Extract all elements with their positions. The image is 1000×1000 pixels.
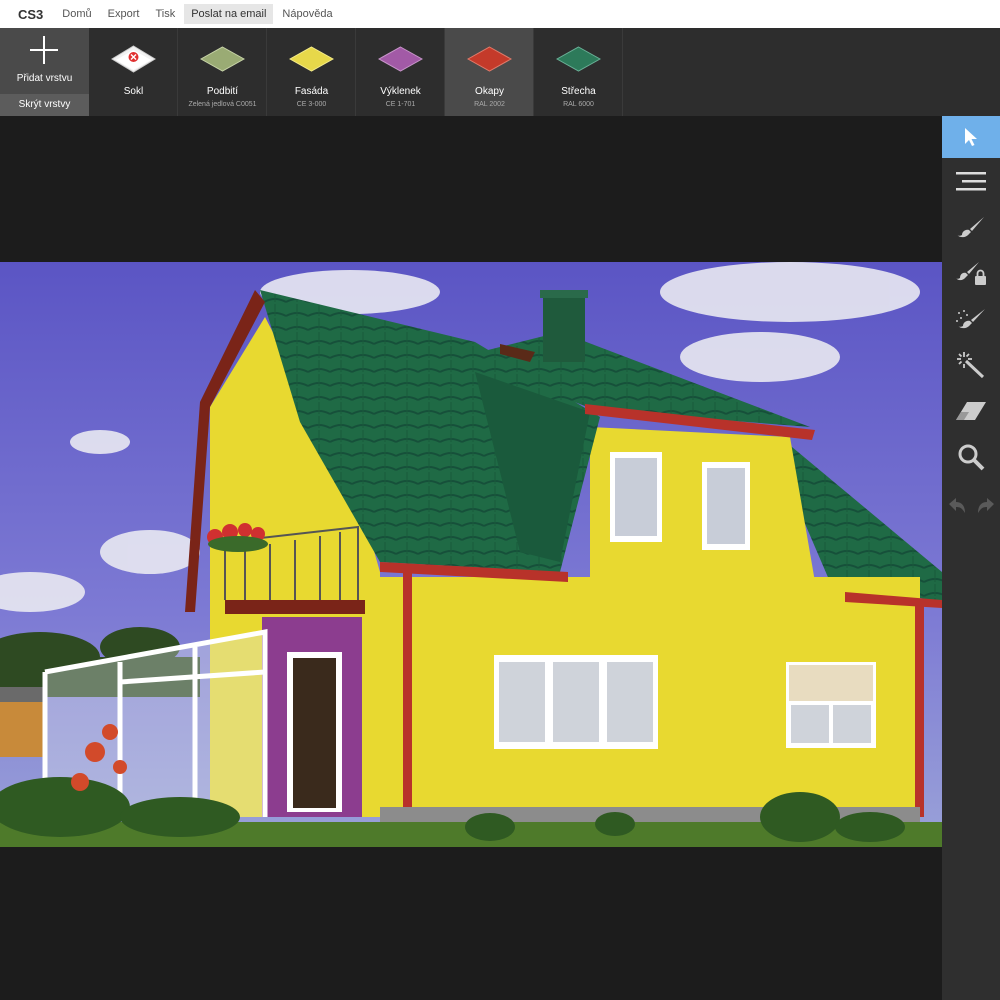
tool-spray[interactable] bbox=[942, 298, 1000, 340]
layer-bar: Přidat vrstvu Skrýt vrstvy Sokl Podbití … bbox=[0, 28, 1000, 116]
layer-sub: CE 1-701 bbox=[385, 101, 416, 108]
layer-name: Výklenek bbox=[380, 86, 421, 97]
tool-brush[interactable] bbox=[942, 206, 1000, 248]
menu-bar: CS3 Domů Export Tisk Poslat na email Náp… bbox=[0, 0, 1000, 28]
hide-layers-button[interactable]: Skrýt vrstvy bbox=[0, 94, 89, 116]
menu-lines-icon bbox=[956, 172, 986, 191]
layer-name: Okapy bbox=[475, 86, 504, 97]
menu-help[interactable]: Nápověda bbox=[275, 4, 339, 24]
tool-select[interactable] bbox=[942, 116, 1000, 158]
tool-redo[interactable] bbox=[971, 484, 1000, 526]
layer-swatch-podbiti bbox=[200, 46, 245, 72]
layer-swatch-okapy bbox=[467, 46, 512, 72]
tool-magic-wand[interactable] bbox=[942, 344, 1000, 386]
zoom-icon bbox=[958, 444, 985, 471]
add-layer-label: Přidat vrstvu bbox=[16, 73, 73, 84]
layer-okapy[interactable]: Okapy RAL 2002 bbox=[445, 28, 534, 116]
menu-export[interactable]: Export bbox=[101, 4, 147, 24]
layer-swatch-vyklenek bbox=[378, 46, 423, 72]
spray-brush-icon bbox=[956, 309, 985, 329]
layer-swatch-strecha bbox=[556, 46, 601, 72]
layer-name: Sokl bbox=[123, 86, 144, 97]
layer-controls: Přidat vrstvu Skrýt vrstvy bbox=[0, 28, 89, 116]
menu-home[interactable]: Domů bbox=[55, 4, 98, 24]
tool-undo[interactable] bbox=[942, 484, 971, 526]
redo-icon bbox=[977, 498, 994, 513]
house-image[interactable] bbox=[0, 262, 942, 847]
layer-swatch-sokl bbox=[111, 45, 156, 73]
layer-sub: RAL 6000 bbox=[563, 101, 594, 108]
layer-swatch-fasada bbox=[289, 46, 334, 72]
layer-sub: CE 3-000 bbox=[296, 101, 327, 108]
add-layer-button[interactable]: Přidat vrstvu bbox=[0, 28, 89, 94]
menu-print[interactable]: Tisk bbox=[148, 4, 182, 24]
eraser-icon bbox=[956, 402, 986, 420]
brush-icon bbox=[957, 217, 984, 238]
layer-podbiti[interactable]: Podbití Zelená jedlová C0051 bbox=[178, 28, 267, 116]
layer-sub: Zelená jedlová C0051 bbox=[188, 101, 257, 108]
pointer-icon bbox=[965, 128, 977, 146]
house-photo[interactable] bbox=[0, 262, 942, 847]
layer-name: Střecha bbox=[561, 86, 596, 97]
layer-strecha[interactable]: Střecha RAL 6000 bbox=[534, 28, 623, 116]
tool-brush-lock[interactable] bbox=[942, 252, 1000, 294]
chimney bbox=[543, 294, 585, 362]
magic-wand-icon bbox=[957, 352, 985, 379]
tool-sidebar bbox=[942, 116, 1000, 1000]
layer-vyklenek[interactable]: Výklenek CE 1-701 bbox=[356, 28, 445, 116]
layer-name: Podbití bbox=[206, 86, 239, 97]
layer-fasada[interactable]: Fasáda CE 3-000 bbox=[267, 28, 356, 116]
tool-zoom[interactable] bbox=[942, 436, 1000, 478]
layer-name: Fasáda bbox=[294, 86, 329, 97]
layer-sokl[interactable]: Sokl bbox=[89, 28, 178, 116]
downpipe bbox=[403, 572, 412, 812]
layer-sub: RAL 2002 bbox=[474, 101, 505, 108]
app-logo: CS3 bbox=[18, 6, 44, 22]
brush-lock-icon bbox=[956, 262, 986, 285]
tool-layers-menu[interactable] bbox=[942, 160, 1000, 202]
plus-icon bbox=[30, 36, 58, 64]
tool-eraser[interactable] bbox=[942, 390, 1000, 432]
undo-icon bbox=[948, 498, 965, 513]
menu-send-email[interactable]: Poslat na email bbox=[184, 4, 274, 24]
canvas-area[interactable] bbox=[0, 116, 942, 1000]
balcony bbox=[225, 600, 365, 614]
